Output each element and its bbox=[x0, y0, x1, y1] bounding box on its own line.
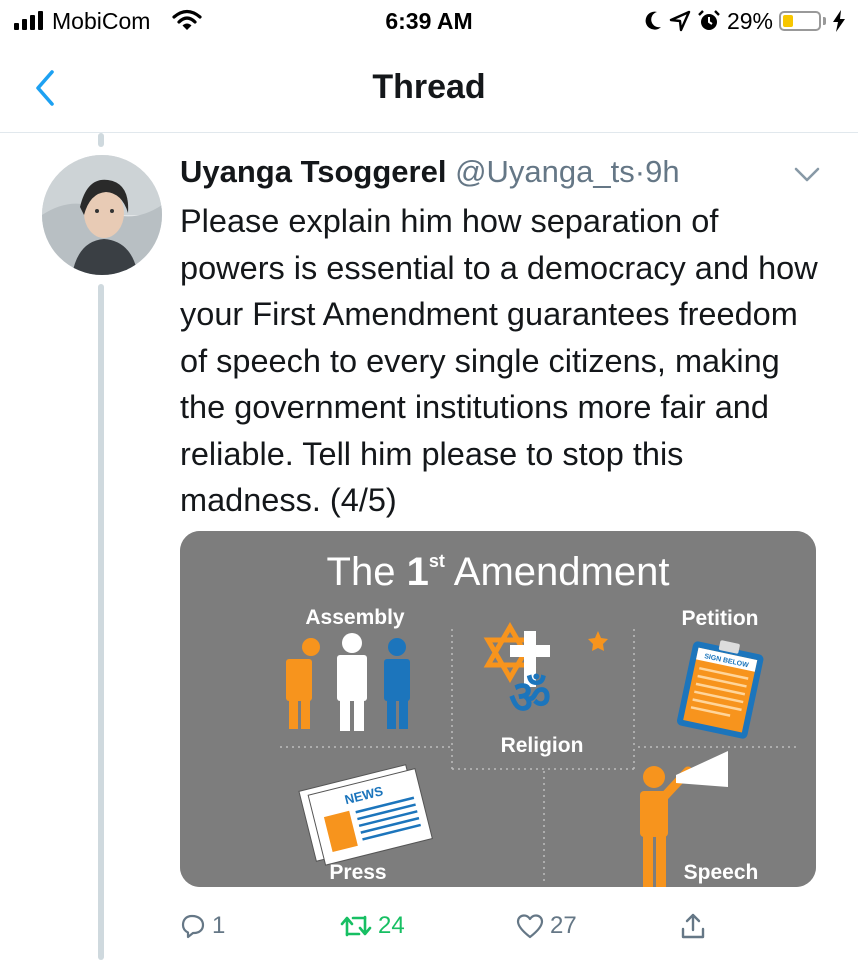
like-count: 27 bbox=[550, 912, 577, 939]
tweet-actions: 1 24 27 bbox=[180, 906, 740, 946]
label-petition: Petition bbox=[682, 607, 759, 630]
display-name[interactable]: Uyanga Tsoggerel bbox=[180, 154, 446, 189]
avatar[interactable] bbox=[42, 155, 162, 275]
reply-button[interactable]: 1 bbox=[180, 906, 225, 946]
reply-icon bbox=[181, 914, 205, 939]
charging-bolt-icon bbox=[833, 10, 845, 32]
page-title: Thread bbox=[372, 68, 486, 106]
battery-percent: 29% bbox=[726, 7, 773, 34]
tweet-media-image[interactable]: The 1st Amendment Assembly ॐ Religion Pe… bbox=[180, 531, 816, 887]
label-press: Press bbox=[329, 861, 386, 884]
thread-nav-bar: Thread bbox=[0, 44, 858, 133]
label-speech: Speech bbox=[684, 861, 759, 884]
battery-icon bbox=[779, 11, 821, 31]
retweet-count: 24 bbox=[378, 912, 405, 939]
chevron-down-icon[interactable] bbox=[790, 160, 824, 188]
heart-icon bbox=[516, 914, 544, 939]
battery-tip bbox=[823, 17, 826, 25]
label-assembly: Assembly bbox=[305, 606, 405, 629]
assembly-people-icon bbox=[286, 633, 410, 731]
like-button[interactable]: 27 bbox=[516, 906, 577, 946]
infographic-title: The 1st Amendment bbox=[327, 550, 670, 594]
label-religion: Religion bbox=[501, 734, 584, 757]
share-icon bbox=[681, 913, 705, 939]
retweet-button[interactable]: 24 bbox=[340, 906, 405, 946]
tweet-header: Uyanga Tsoggerel @Uyanga_ts·9h bbox=[180, 154, 680, 190]
reply-count: 1 bbox=[212, 912, 226, 939]
moon-icon bbox=[645, 11, 661, 30]
tweet-timestamp[interactable]: 9h bbox=[645, 154, 679, 189]
avatar-photo bbox=[42, 155, 162, 275]
share-button[interactable] bbox=[680, 906, 706, 946]
status-right-group: 29% bbox=[643, 6, 846, 36]
retweet-icon bbox=[340, 915, 372, 937]
thread-connector-top bbox=[98, 133, 104, 147]
status-bar: MobiCom 6:39 AM 29% bbox=[0, 0, 858, 44]
first-amendment-infographic: The 1st Amendment Assembly ॐ Religion Pe… bbox=[180, 531, 816, 887]
svg-text:ॐ: ॐ bbox=[509, 670, 551, 724]
alarm-icon bbox=[698, 10, 720, 30]
meta-separator: · bbox=[634, 154, 646, 189]
location-arrow-icon bbox=[669, 10, 691, 32]
user-handle[interactable]: @Uyanga_ts bbox=[455, 154, 635, 189]
battery-level bbox=[783, 15, 793, 27]
tweet-text: Please explain him how separation of pow… bbox=[180, 203, 818, 518]
thread-connector-bottom bbox=[98, 284, 104, 960]
